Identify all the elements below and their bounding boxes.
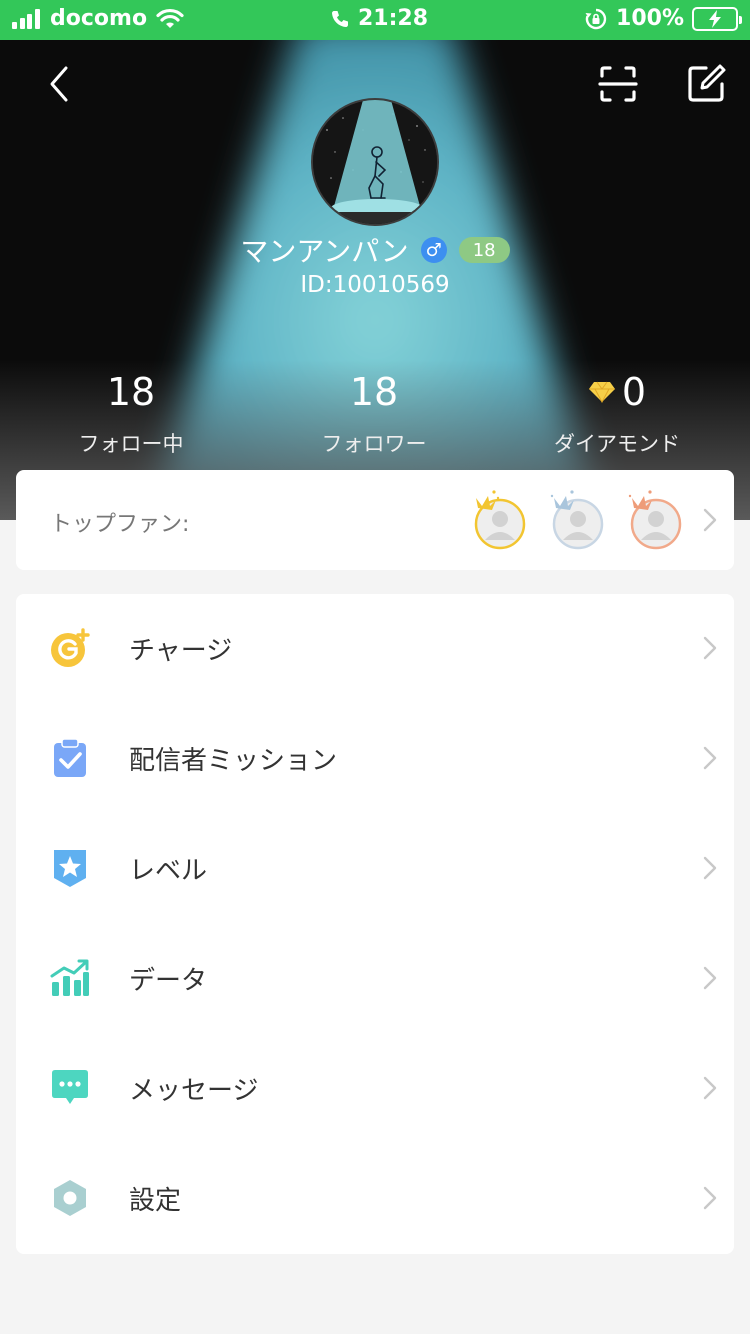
rotation-lock-icon [585, 8, 607, 29]
edit-icon [688, 64, 726, 102]
top-fan-2-avatar[interactable] [548, 486, 608, 550]
scan-icon [598, 66, 638, 102]
stat-followers[interactable]: 18 フォロワー [249, 370, 499, 458]
battery-icon [692, 6, 742, 31]
scan-button[interactable] [596, 62, 640, 106]
menu-label-settings: 設定 [129, 1186, 182, 1216]
followers-label: フォロワー [321, 432, 427, 456]
phone-icon [332, 10, 348, 27]
battery-percent: 100% [616, 6, 684, 31]
top-fans-card[interactable]: トップファン: [16, 470, 734, 570]
wifi-icon [156, 8, 184, 28]
following-count: 18 [106, 370, 156, 414]
name-row: マンアンパン ♂ 18 [0, 230, 750, 270]
menu-item-data[interactable]: データ [16, 924, 734, 1034]
chart-trend-icon [50, 959, 89, 996]
menu-item-streamer-mission[interactable]: 配信者ミッション [16, 704, 734, 814]
chevron-right-icon [703, 966, 717, 990]
menu-item-settings[interactable]: 設定 [16, 1144, 734, 1254]
stat-following[interactable]: 18 フォロー中 [6, 370, 256, 458]
diamonds-label: ダイアモンド [554, 432, 680, 456]
clipboard-check-icon [54, 738, 86, 777]
chevron-right-icon [703, 508, 717, 532]
status-right: 100% [584, 6, 742, 31]
following-label: フォロー中 [78, 432, 184, 456]
menu-label-level: レベル [129, 856, 208, 886]
top-fan-1-avatar[interactable] [470, 486, 530, 550]
menu-label-data: データ [129, 966, 208, 996]
avatar[interactable] [311, 98, 439, 226]
carrier-label: docomo [50, 6, 148, 31]
menu-item-level[interactable]: レベル [16, 814, 734, 924]
top-fan-3-avatar[interactable] [626, 486, 686, 550]
clock: 21:28 [358, 6, 429, 31]
edit-profile-button[interactable] [684, 62, 728, 106]
top-fans-label: トップファン: [50, 512, 190, 537]
profile-header: マンアンパン ♂ 18 ID:10010569 18 フォロー中 18 フォロワ… [0, 40, 750, 520]
diamond-icon [588, 381, 615, 403]
user-id: ID:10010569 [300, 272, 450, 298]
menu-label-charge: チャージ [129, 636, 233, 666]
chevron-right-icon [703, 1186, 717, 1210]
status-bar: docomo 21:28 100% [0, 0, 750, 40]
signal-icon [12, 8, 42, 29]
followers-count: 18 [349, 370, 399, 414]
user-name: マンアンパン [240, 235, 409, 268]
star-shield-icon [54, 850, 86, 887]
chat-bubble-icon [52, 1070, 88, 1104]
chevron-right-icon [703, 1076, 717, 1100]
chevron-left-icon [50, 66, 68, 102]
menu-item-message[interactable]: メッセージ [16, 1034, 734, 1144]
charge-g-icon [51, 628, 90, 667]
settings-hexagon-icon [54, 1180, 86, 1216]
menu-card: チャージ 配信者ミッション レベル データ メッセージ 設定 [16, 594, 734, 1254]
menu-label-streamer-mission: 配信者ミッション [129, 746, 338, 776]
status-left: docomo [12, 6, 185, 31]
status-center: 21:28 [330, 6, 428, 31]
chevron-right-icon [703, 746, 717, 770]
menu-item-charge[interactable]: チャージ [16, 594, 734, 704]
stat-diamonds[interactable]: 0 ダイアモンド [492, 370, 742, 458]
menu-label-message: メッセージ [129, 1076, 259, 1106]
chevron-right-icon [703, 856, 717, 880]
level-badge: 18 [458, 237, 510, 263]
chevron-right-icon [703, 636, 717, 660]
diamond-count: 0 [621, 370, 647, 414]
gender-male-icon: ♂ [420, 237, 447, 263]
avatar-illustration [313, 100, 437, 224]
back-button[interactable] [38, 62, 82, 106]
